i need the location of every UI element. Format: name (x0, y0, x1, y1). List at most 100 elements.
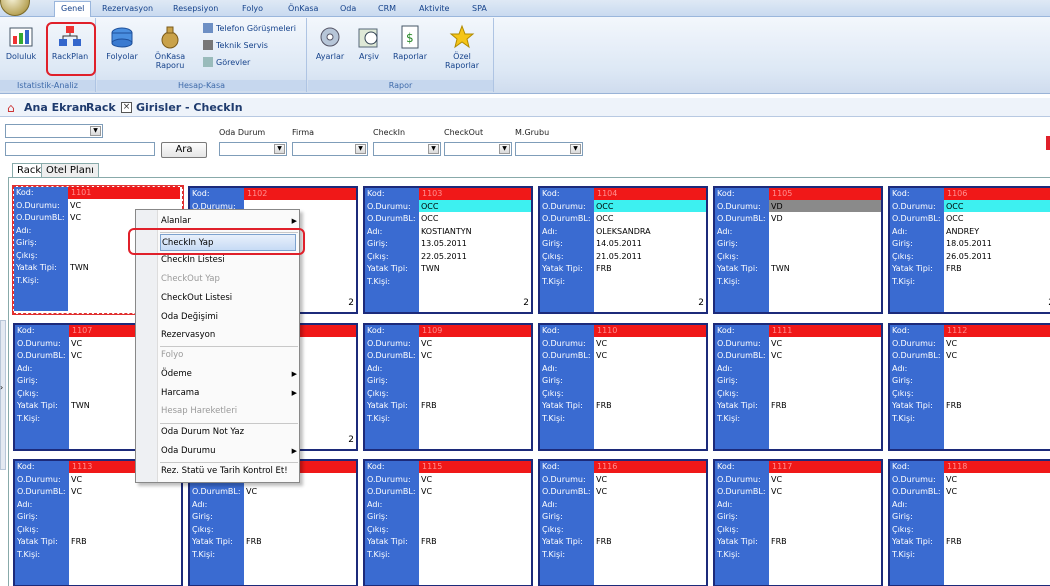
room-row-kod: Kod: (890, 325, 1050, 337)
m-grubu-combo[interactable]: ▼ (515, 142, 583, 156)
teknik-servis-button[interactable]: Teknik Servis (203, 40, 268, 52)
room-row-yatak: Yatak Tipi: FRB (365, 536, 531, 548)
arsiv-button[interactable]: Arşiv (354, 24, 384, 61)
tab-onkasa[interactable]: ÖnKasa (282, 2, 324, 17)
room-field-label: T.Kişi: (542, 276, 566, 286)
tasks-icon (203, 57, 213, 67)
room-card[interactable]: 1115 Kod: O.Durumu: VC O.DurumBL: VC Adı: Giriş… (363, 459, 533, 586)
room-card[interactable]: 1111 Kod: O.Durumu: VC O.DurumBL: VC Adı: Giriş… (713, 323, 883, 451)
room-field-label: O.Durumu: (367, 474, 411, 484)
doluluk-button[interactable]: Doluluk (3, 24, 39, 61)
close-icon[interactable]: × (121, 102, 132, 113)
room-card[interactable]: 1104 Kod: O.Durumu: OCC O.DurumBL: OCC Adı: OLE… (538, 186, 708, 314)
tab-crm[interactable]: CRM (372, 2, 402, 17)
ayarlar-button[interactable]: Ayarlar (312, 24, 348, 61)
tab-otel-plani[interactable]: Otel Planı (41, 163, 99, 178)
room-guest-count: 2 (523, 298, 529, 308)
menu-item-rez-statu-kontrol[interactable]: Rez. Statü ve Tarih Kontrol Et! (161, 463, 295, 480)
room-card[interactable]: 1109 Kod: O.Durumu: VC O.DurumBL: VC Adı: Giriş… (363, 323, 533, 451)
search-input[interactable] (5, 142, 155, 156)
room-row-adi: Adı: (365, 363, 531, 375)
room-card[interactable]: 1116 Kod: O.Durumu: VC O.DurumBL: VC Adı: Giriş… (538, 459, 708, 586)
collapse-panel-handle[interactable]: › (0, 320, 6, 470)
menu-item-rezervasyon[interactable]: Rezervasyon (161, 327, 295, 344)
group-label-rapor: Rapor (308, 80, 493, 91)
checkout-combo[interactable]: ▼ (444, 142, 512, 156)
menu-oda-durumu-label: Oda Durumu (161, 446, 216, 456)
room-row-kod: Kod: (365, 325, 531, 337)
ozel-raporlar-button[interactable]: Özel Raporlar (442, 24, 482, 70)
app-menu-button[interactable] (0, 0, 30, 16)
room-field-label: O.DurumBL: (367, 351, 416, 360)
room-field-label: Adı: (192, 499, 208, 509)
room-field-label: O.DurumBL: (892, 351, 941, 360)
room-field-value: FRB (596, 401, 612, 410)
menu-item-oda-degisimi[interactable]: Oda Değişimi (161, 309, 295, 326)
room-card[interactable]: 1118 Kod: O.Durumu: VC O.DurumBL: VC Adı: Giriş… (888, 459, 1050, 586)
tab-folyo[interactable]: Folyo (236, 2, 269, 17)
tab-rack[interactable]: Rack (86, 100, 116, 116)
tab-rezervasyon[interactable]: Rezervasyon (96, 2, 159, 17)
menu-item-odeme[interactable]: Ödeme ▶ (161, 366, 297, 383)
room-field-label: O.Durumu: (542, 338, 586, 348)
tab-resepsiyon[interactable]: Resepsiyon (167, 2, 224, 17)
checkin-yap-highlight (128, 228, 305, 255)
room-row-cikis: Çıkış: 26.05.2011 (890, 251, 1050, 263)
room-field-label: Giriş: (17, 376, 38, 385)
room-field-label: T.Kişi: (367, 549, 391, 559)
room-row-cikis: Çıkış: 21.05.2011 (540, 251, 706, 263)
room-field-label: Giriş: (542, 239, 563, 248)
tab-oda[interactable]: Oda (334, 2, 362, 17)
menu-item-oda-durum-not-yaz[interactable]: Oda Durum Not Yaz (161, 424, 295, 441)
room-card[interactable]: 1106 Kod: O.Durumu: OCC O.DurumBL: OCC Adı: AND… (888, 186, 1050, 314)
menu-item-checkout-listesi[interactable]: CheckOut Listesi (161, 290, 295, 307)
room-row-cikis: Çıkış: (540, 524, 706, 536)
room-row-yatak: Yatak Tipi: FRB (540, 536, 706, 548)
firma-combo[interactable]: ▼ (292, 142, 368, 156)
room-card[interactable]: 1105 Kod: O.Durumu: VD O.DurumBL: VD Adı: Giriş… (713, 186, 883, 314)
room-guest-count: 2 (348, 298, 354, 308)
menu-item-harcama[interactable]: Harcama ▶ (161, 385, 297, 402)
tab-ana-ekran[interactable]: Ana Ekran (24, 100, 87, 116)
gorevler-button[interactable]: Görevler (203, 57, 250, 69)
room-field-label: T.Kişi: (542, 413, 566, 423)
room-field-label: Kod: (542, 462, 560, 471)
room-field-label: Çıkış: (892, 388, 914, 398)
room-card[interactable]: 1103 Kod: O.Durumu: OCC O.DurumBL: OCC Adı: KOS… (363, 186, 533, 314)
room-field-label: Kod: (192, 189, 210, 198)
room-row-kod: Kod: (715, 188, 881, 200)
search-type-combo[interactable]: ▼ (5, 124, 103, 138)
telefon-gorusmeleri-button[interactable]: Telefon Görüşmeleri (203, 23, 296, 35)
room-row-cikis: Çıkış: (365, 388, 531, 400)
ara-button[interactable]: Ara (161, 142, 207, 158)
checkin-combo[interactable]: ▼ (373, 142, 441, 156)
room-row-yatak: Yatak Tipi: FRB (890, 536, 1050, 548)
folders-icon (111, 27, 133, 48)
folyolar-button[interactable]: Folyolar (101, 24, 143, 61)
tab-genel[interactable]: Genel (54, 1, 92, 18)
arsiv-label: Arşiv (359, 52, 379, 61)
room-field-label: Kod: (717, 462, 735, 471)
room-field-value: 18.05.2011 (946, 239, 992, 248)
room-row-adi: Adı: OLEKSANDRA (540, 226, 706, 238)
room-row-cikis: Çıkış: (190, 524, 356, 536)
room-field-label: Yatak Tipi: (717, 264, 758, 273)
room-card[interactable]: 1117 Kod: O.Durumu: VC O.DurumBL: VC Adı: Giriş… (713, 459, 883, 586)
raporlar-button[interactable]: $ Raporlar (390, 24, 430, 61)
room-card[interactable]: 1110 Kod: O.Durumu: VC O.DurumBL: VC Adı: Giriş… (538, 323, 708, 451)
menu-item-oda-durumu[interactable]: Oda Durumu ▶ (161, 443, 297, 460)
room-field-value: VC (596, 351, 608, 360)
room-row-kod: Kod: (365, 461, 531, 473)
room-field-value: VC (71, 487, 83, 496)
room-field-value: FRB (946, 401, 962, 410)
room-field-label: Çıkış: (717, 524, 739, 534)
room-row-odurumbl: O.DurumBL: VC (15, 486, 181, 498)
tab-girisler-checkin[interactable]: Girisler - CheckIn (136, 100, 243, 116)
room-card[interactable]: 1112 Kod: O.Durumu: VC O.DurumBL: VC Adı: Giriş… (888, 323, 1050, 451)
onkasa-raporu-button[interactable]: ÖnKasa Raporu (149, 24, 191, 70)
room-row-cikis: Çıkış: (715, 524, 881, 536)
tab-aktivite[interactable]: Aktivite (413, 2, 455, 17)
room-field-label: O.Durumu: (542, 201, 586, 211)
tab-spa[interactable]: SPA (466, 2, 493, 17)
oda-durum-combo[interactable]: ▼ (219, 142, 287, 156)
